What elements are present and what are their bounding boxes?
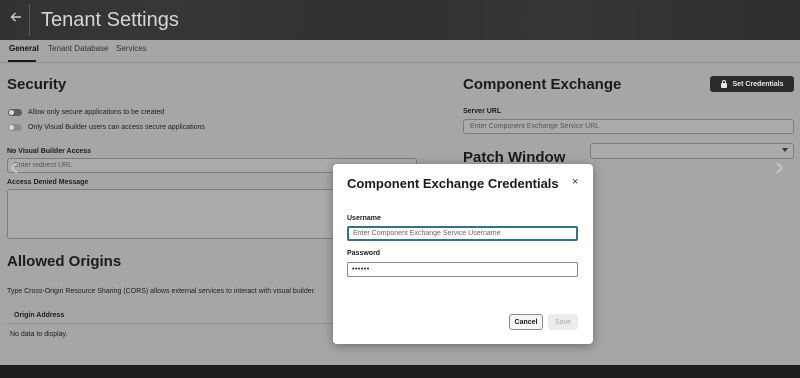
access-denied-label: Access Denied Message: [7, 179, 89, 186]
bottom-bar: [0, 365, 800, 378]
cors-description: Type Cross-Origin Resource Sharing (CORS…: [7, 288, 316, 295]
tab-divider: [0, 62, 800, 63]
secure-apps-toggle[interactable]: [8, 109, 22, 116]
credentials-dialog: Component Exchange Credentials × Usernam…: [333, 164, 593, 344]
dialog-title: Component Exchange Credentials: [347, 176, 559, 191]
username-input[interactable]: Enter Component Exchange Service Usernam…: [347, 226, 578, 241]
page-title: Tenant Settings: [41, 9, 179, 31]
server-url-label: Server URL: [463, 108, 502, 115]
close-icon[interactable]: ×: [572, 176, 578, 188]
cancel-button[interactable]: Cancel: [509, 314, 543, 330]
allowed-origins-heading: Allowed Origins: [7, 253, 122, 270]
arrow-left-icon[interactable]: [8, 10, 24, 28]
set-credentials-label: Set Credentials: [732, 80, 784, 88]
no-access-label: No Visual Builder Access: [7, 148, 92, 155]
server-url-input[interactable]: Enter Component Exchange Service URL: [463, 119, 794, 134]
secure-apps-label: Allow only secure applications to be cre…: [28, 109, 165, 116]
chevron-down-icon[interactable]: [782, 148, 788, 152]
lock-icon: [720, 79, 727, 88]
tab-services[interactable]: Services: [116, 44, 147, 53]
header-divider: [29, 4, 30, 36]
tab-bar: General Tenant Database Services: [0, 40, 800, 62]
chevron-left-icon[interactable]: ‹: [10, 153, 19, 179]
tab-tenant-database[interactable]: Tenant Database: [48, 44, 109, 53]
tab-general[interactable]: General: [9, 44, 39, 53]
app-header: Tenant Settings: [0, 0, 800, 40]
password-label: Password: [347, 250, 381, 257]
origin-address-header: Origin Address: [14, 312, 65, 319]
username-label: Username: [347, 215, 381, 222]
table-divider: [7, 323, 333, 324]
security-heading: Security: [7, 76, 67, 93]
vb-users-only-label: Only Visual Builder users can access sec…: [28, 124, 205, 131]
component-exchange-heading: Component Exchange: [463, 76, 622, 93]
empty-table-text: No data to display.: [10, 331, 68, 338]
vb-users-only-toggle[interactable]: [8, 124, 22, 131]
patch-window-select[interactable]: [590, 143, 794, 159]
set-credentials-button[interactable]: Set Credentials: [710, 76, 794, 92]
save-button[interactable]: Save: [548, 314, 578, 330]
password-input[interactable]: ••••••: [347, 262, 578, 277]
